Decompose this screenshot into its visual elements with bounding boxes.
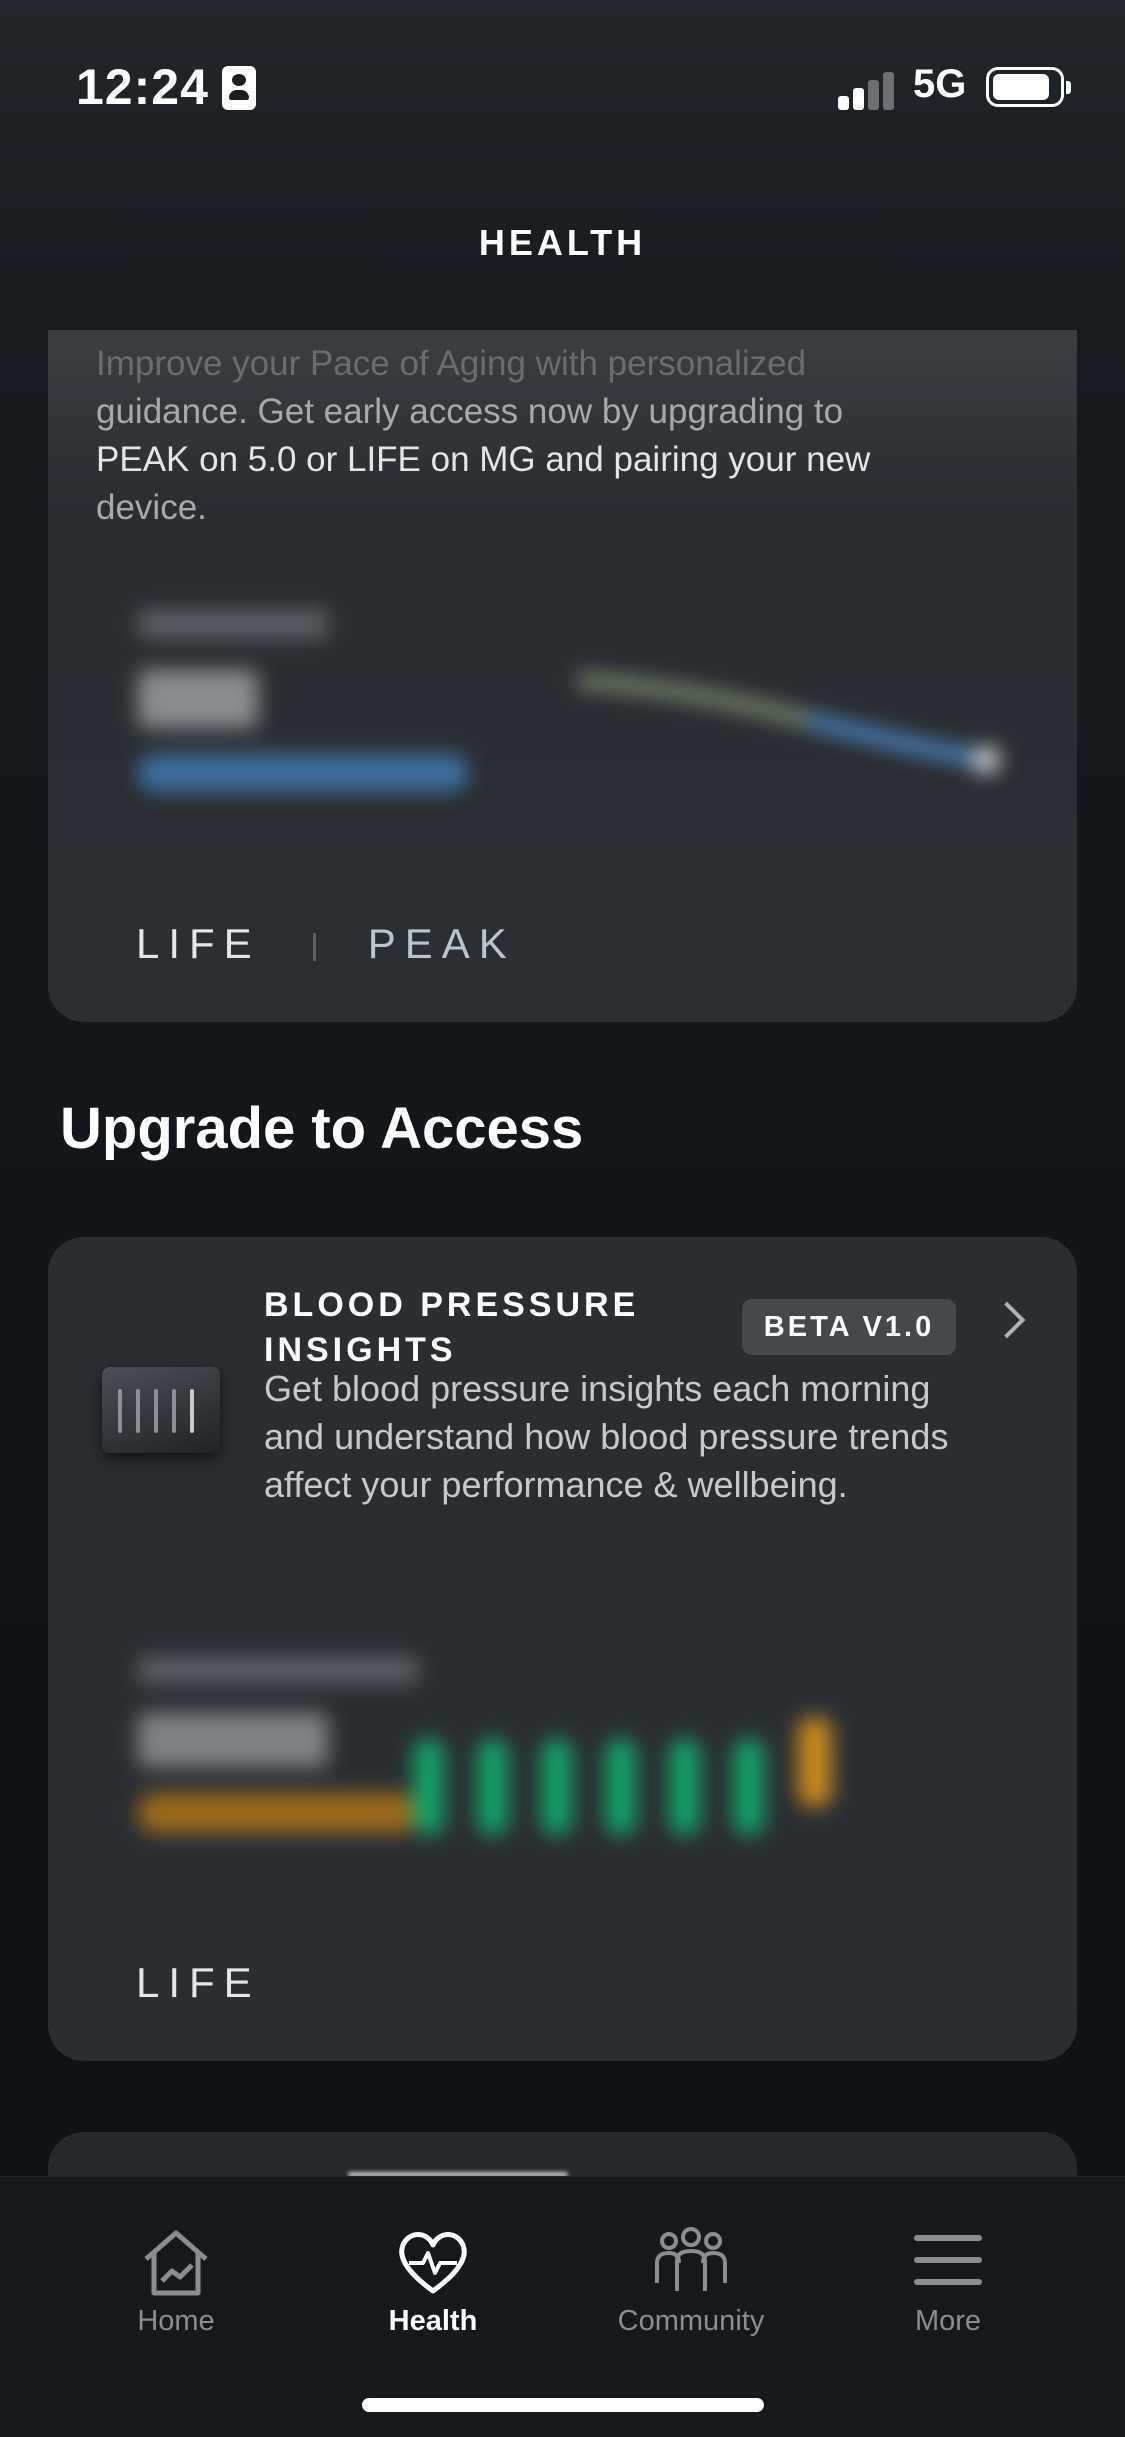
tier-peak: PEAK	[367, 920, 516, 967]
section-title: Upgrade to Access	[60, 1096, 584, 1161]
status-time: 12:24	[76, 59, 209, 115]
tier-divider	[312, 932, 316, 961]
app-screen: 12:24 5G HEALTH Improve your Pace of Agi…	[0, 0, 1125, 2437]
tier-life: LIFE	[136, 1959, 261, 2006]
home-icon	[144, 2230, 208, 2296]
tab-home-label: Home	[137, 2305, 215, 2337]
tab-home[interactable]: Home	[76, 2177, 276, 2367]
tab-health[interactable]: Health	[333, 2177, 533, 2367]
description-line: Improve your Pace of Aging with personal…	[96, 344, 807, 383]
tier-labels: LIFE PEAK	[136, 920, 516, 968]
card-title: BLOOD PRESSURE INSIGHTS	[264, 1286, 640, 1369]
blood-pressure-card[interactable]: BLOOD PRESSURE INSIGHTS BETA V1.0 Get bl…	[48, 1237, 1077, 2061]
network-type: 5G	[913, 62, 967, 106]
chevron-right-icon[interactable]	[988, 1301, 1026, 1339]
description-line: device.	[96, 488, 207, 527]
description-line: PEAK on 5.0 or LIFE on MG and pairing yo…	[96, 440, 871, 479]
tab-community-label: Community	[617, 2305, 765, 2337]
pace-of-aging-card[interactable]: Improve your Pace of Aging with personal…	[48, 330, 1077, 1022]
cellular-signal-icon	[838, 70, 898, 110]
home-indicator[interactable]	[362, 2398, 764, 2412]
pace-card-description: Improve your Pace of Aging with personal…	[96, 340, 1036, 532]
people-icon	[655, 2227, 727, 2291]
card-description: Get blood pressure insights each morning…	[264, 1368, 949, 1505]
tier-life: LIFE	[136, 920, 261, 967]
contact-badge-icon	[222, 66, 256, 110]
tier-labels: LIFE	[136, 1959, 261, 2007]
tab-more-label: More	[914, 2305, 982, 2337]
tab-more[interactable]: More	[848, 2177, 1048, 2367]
blurred-preview	[128, 1657, 1028, 1877]
tab-community[interactable]: Community	[591, 2177, 791, 2367]
tab-health-label: Health	[388, 2305, 478, 2337]
battery-icon	[986, 67, 1071, 107]
heart-pulse-icon	[399, 2232, 467, 2294]
description-line: guidance. Get early access now by upgrad…	[96, 392, 844, 431]
page-title: HEALTH	[478, 222, 647, 263]
blurred-preview	[128, 610, 1018, 810]
status-bar: 12:24 5G	[0, 0, 1125, 180]
device-image	[102, 1367, 220, 1453]
menu-icon	[914, 2235, 982, 2285]
beta-badge: BETA V1.0	[742, 1299, 956, 1355]
